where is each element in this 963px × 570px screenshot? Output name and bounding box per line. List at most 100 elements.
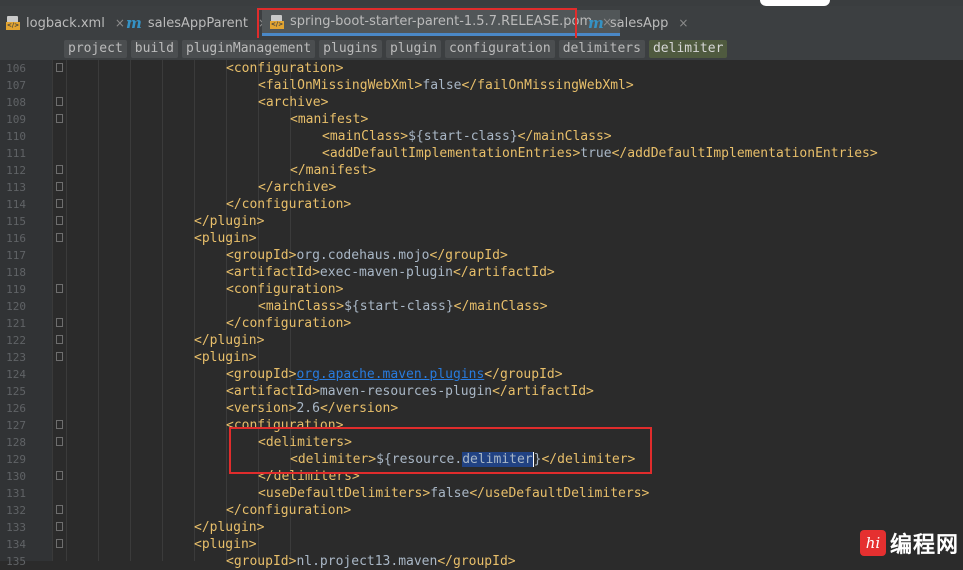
code-line: 121 </configuration> xyxy=(0,315,963,332)
xml-value: exec-maven-plugin xyxy=(319,265,453,280)
xml-tag: </plugin> xyxy=(194,520,265,535)
code-editor[interactable]: 106 <configuration> 107 <failOnMissingWebXm… xyxy=(0,60,963,569)
xml-tag: </plugin> xyxy=(194,333,265,348)
fold-marker-icon[interactable] xyxy=(56,437,63,446)
xml-tag: <mainClass> xyxy=(258,299,345,314)
line-number: 109 xyxy=(6,113,26,126)
selected-text: delimiter xyxy=(462,452,533,467)
code-text: <groupId>org.apache.maven.plugins</group… xyxy=(226,366,563,383)
xml-value: maven-resources-plugin xyxy=(319,384,493,399)
xml-tag: </groupId> xyxy=(484,367,563,382)
xml-tag: <groupId> xyxy=(226,367,297,382)
fold-marker-icon[interactable] xyxy=(56,216,63,225)
xml-tag: </addDefaultImplementationEntries> xyxy=(611,146,878,161)
code-text: <mainClass>${start-class}</mainClass> xyxy=(322,128,612,145)
xml-tag: <artifactId> xyxy=(226,384,320,399)
fold-marker-icon[interactable] xyxy=(56,233,63,242)
tab-spring-boot-starter-parent[interactable]: </> spring-boot-starter-parent-1.5.7.REL… xyxy=(262,10,621,36)
fold-marker-icon[interactable] xyxy=(56,352,63,361)
code-text: </archive> xyxy=(258,179,336,196)
breadcrumb-plugins[interactable]: plugins xyxy=(319,40,382,58)
xml-tag: <failOnMissingWebXml> xyxy=(258,78,423,93)
fold-marker-icon[interactable] xyxy=(56,539,63,548)
breadcrumb-delimiters[interactable]: delimiters xyxy=(558,40,645,58)
code-line: 109 <manifest> xyxy=(0,111,963,128)
line-number: 121 xyxy=(6,317,26,330)
fold-marker-icon[interactable] xyxy=(56,420,63,429)
xml-tag: <configuration> xyxy=(226,61,344,76)
breadcrumb-plugin[interactable]: plugin xyxy=(385,40,441,58)
xml-tag: <groupId> xyxy=(226,248,297,263)
code-link[interactable]: org.apache.maven.plugins xyxy=(296,367,484,382)
breadcrumb-delimiter[interactable]: delimiter xyxy=(648,40,728,58)
xml-tag: <archive> xyxy=(258,95,329,110)
xml-tag: </mainClass> xyxy=(517,129,612,144)
xml-tag: <manifest> xyxy=(290,112,369,127)
code-text: <groupId>org.codehaus.mojo</groupId> xyxy=(226,247,508,264)
xml-tag: </artifactId> xyxy=(452,265,555,280)
xml-tag: </delimiter> xyxy=(541,452,636,467)
xml-tag: <groupId> xyxy=(226,554,297,569)
watermark-logo: hi 编程网 xyxy=(859,527,959,559)
tab-salesapp[interactable]: m salesApp × xyxy=(588,10,688,36)
code-text: <mainClass>${start-class}</mainClass> xyxy=(258,298,548,315)
fold-marker-icon[interactable] xyxy=(56,284,63,293)
code-text: </configuration> xyxy=(226,502,351,519)
code-text: <configuration> xyxy=(226,417,343,434)
line-number: 110 xyxy=(6,130,26,143)
close-icon[interactable]: × xyxy=(115,16,125,30)
xml-tag: </manifest> xyxy=(290,163,377,178)
code-line: 123 <plugin> xyxy=(0,349,963,366)
line-number: 127 xyxy=(6,419,26,432)
line-number: 106 xyxy=(6,62,26,75)
code-text: <delimiter>${resource.delimiter}</delimi… xyxy=(290,451,635,468)
breadcrumb-pluginmanagement[interactable]: pluginManagement xyxy=(181,40,316,58)
fold-marker-icon[interactable] xyxy=(56,63,63,72)
line-number: 129 xyxy=(6,453,26,466)
xml-file-icon: </> xyxy=(6,16,20,30)
fold-marker-icon[interactable] xyxy=(56,471,63,480)
xml-tag: </plugin> xyxy=(194,214,265,229)
line-number: 134 xyxy=(6,538,26,551)
fold-marker-icon[interactable] xyxy=(56,165,63,174)
line-number: 135 xyxy=(6,555,26,568)
code-text: <manifest> xyxy=(290,111,368,128)
breadcrumb-build[interactable]: build xyxy=(130,40,178,58)
fold-marker-icon[interactable] xyxy=(56,199,63,208)
code-line: 132 </configuration> xyxy=(0,502,963,519)
close-icon[interactable]: × xyxy=(678,16,688,30)
fold-marker-icon[interactable] xyxy=(56,182,63,191)
fold-marker-icon[interactable] xyxy=(56,505,63,514)
line-number: 123 xyxy=(6,351,26,364)
code-line: 130 </delimiters> xyxy=(0,468,963,485)
tab-logback-xml[interactable]: </> logback.xml × xyxy=(6,10,125,36)
tab-label: salesAppParent xyxy=(147,15,249,31)
code-line: 115 </plugin> xyxy=(0,213,963,230)
xml-tag: </artifactId> xyxy=(492,384,594,399)
code-line: 131 <useDefaultDelimiters>false</useDefau… xyxy=(0,485,963,502)
line-number: 133 xyxy=(6,521,26,534)
code-text: <archive> xyxy=(258,94,328,111)
fold-marker-icon[interactable] xyxy=(56,97,63,106)
fold-marker-icon[interactable] xyxy=(56,335,63,344)
code-line: 117 <groupId>org.codehaus.mojo</groupId> xyxy=(0,247,963,264)
line-number: 126 xyxy=(6,402,26,415)
maven-icon: m xyxy=(126,14,142,32)
xml-tag: </configuration> xyxy=(226,316,352,331)
fold-marker-icon[interactable] xyxy=(56,114,63,123)
code-line: 107 <failOnMissingWebXml>false</failOnMis… xyxy=(0,77,963,94)
xml-tag: </version> xyxy=(319,401,399,416)
xml-tag: </archive> xyxy=(258,180,337,195)
fold-marker-icon[interactable] xyxy=(56,522,63,531)
watermark-text: 编程网 xyxy=(889,533,959,558)
xml-value: ${start-class} xyxy=(408,129,518,144)
xml-tag: <artifactId> xyxy=(226,265,320,280)
editor-tab-bar: </> logback.xml × m salesAppParent × </>… xyxy=(0,6,963,39)
fold-marker-icon[interactable] xyxy=(56,318,63,327)
breadcrumb-project[interactable]: project xyxy=(64,40,127,58)
xml-tag: <addDefaultImplementationEntries> xyxy=(322,146,581,161)
code-text: <plugin> xyxy=(194,536,257,553)
code-line: 108 <archive> xyxy=(0,94,963,111)
breadcrumb-configuration[interactable]: configuration xyxy=(444,40,555,58)
tab-salesappparent[interactable]: m salesAppParent × xyxy=(126,10,268,36)
